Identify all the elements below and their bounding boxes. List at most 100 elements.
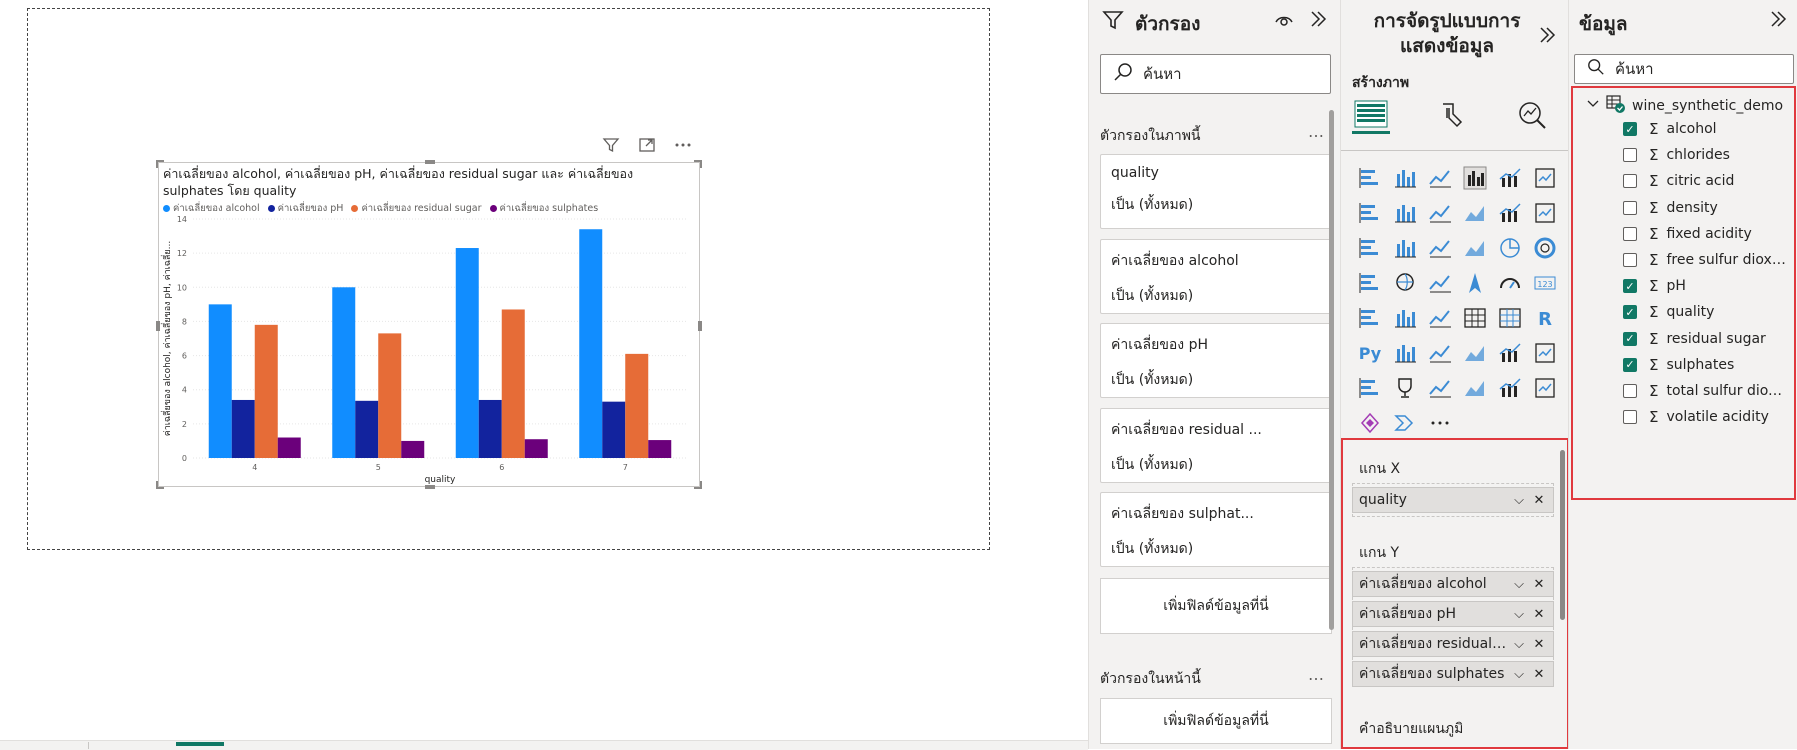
filter-card[interactable]: ค่าเฉลี่ยของ residual ... เป็น (ทั้งหมด): [1100, 408, 1332, 483]
data-field-row[interactable]: Σfixed acidity: [1623, 221, 1752, 247]
donut-chart-icon[interactable]: [1527, 230, 1562, 265]
qa-visual-icon[interactable]: [1457, 335, 1492, 370]
data-field-row[interactable]: ✓ Σresidual sugar: [1623, 326, 1766, 352]
clustered-column-chart-icon[interactable]: [1457, 160, 1492, 195]
close-icon[interactable]: ✕: [1529, 637, 1549, 652]
close-icon[interactable]: ✕: [1529, 493, 1549, 508]
filter-card[interactable]: quality เป็น (ทั้งหมด): [1100, 154, 1332, 229]
chevron-down-icon[interactable]: ⌵: [1509, 637, 1529, 652]
map-icon[interactable]: [1387, 265, 1422, 300]
chevron-down-icon[interactable]: ⌵: [1509, 607, 1529, 622]
line-and-stacked-column-chart-icon[interactable]: [1492, 195, 1527, 230]
smart-narrative-icon[interactable]: [1492, 335, 1527, 370]
waterfall-chart-icon[interactable]: [1387, 230, 1422, 265]
chevron-down-icon[interactable]: ⌵: [1509, 667, 1529, 682]
chevron-down-icon[interactable]: ⌵: [1509, 577, 1529, 592]
add-visual-filter-drop-zone[interactable]: เพิ่มฟิลด์ข้อมูลที่นี่: [1100, 578, 1332, 634]
close-icon[interactable]: ✕: [1529, 667, 1549, 682]
table-icon[interactable]: [1457, 300, 1492, 335]
checkbox-checked[interactable]: ✓: [1623, 122, 1637, 136]
checkbox-checked[interactable]: ✓: [1623, 331, 1637, 346]
focus-mode-icon[interactable]: [636, 134, 658, 156]
treemap-icon[interactable]: [1352, 265, 1387, 300]
checkbox-unchecked[interactable]: [1623, 148, 1637, 163]
filters-scrollbar[interactable]: [1329, 110, 1334, 630]
analytics-tab-icon[interactable]: [1517, 100, 1549, 134]
checkbox-unchecked[interactable]: [1623, 410, 1637, 425]
y-axis-field-pill[interactable]: ค่าเฉลี่ยของ sulphates ⌵ ✕: [1352, 661, 1554, 687]
collapse-pane-icon[interactable]: [1537, 25, 1557, 49]
resize-handle-top[interactable]: [425, 160, 435, 164]
more-options-icon[interactable]: [672, 134, 694, 156]
data-field-row[interactable]: Σcitric acid: [1623, 168, 1734, 194]
power-apps-icon[interactable]: [1387, 370, 1422, 405]
gauge-icon[interactable]: [1492, 265, 1527, 300]
active-page-tab-indicator[interactable]: [176, 742, 224, 746]
checkbox-checked[interactable]: ✓: [1623, 357, 1637, 372]
report-canvas[interactable]: ค่าเฉลี่ยของ alcohol, ค่าเฉลี่ยของ pH, ค…: [0, 0, 1088, 750]
y-axis-field-pill[interactable]: ค่าเฉลี่ยของ alcohol ⌵ ✕: [1352, 571, 1554, 597]
multi-row-card-icon[interactable]: [1352, 300, 1387, 335]
decomposition-tree-icon[interactable]: [1422, 335, 1457, 370]
data-field-row[interactable]: Σdensity: [1623, 195, 1718, 221]
checkbox-checked[interactable]: ✓: [1623, 279, 1637, 294]
checkbox-unchecked[interactable]: [1623, 253, 1637, 267]
format-visual-tab-icon[interactable]: [1437, 100, 1467, 134]
resize-handle-bottom[interactable]: [425, 485, 435, 489]
chevron-down-icon[interactable]: ⌵: [1509, 493, 1529, 508]
metrics-icon[interactable]: [1352, 370, 1387, 405]
power-automate-icon[interactable]: [1422, 370, 1457, 405]
new-card-icon[interactable]: [1457, 370, 1492, 405]
checkbox-checked[interactable]: ✓: [1623, 305, 1637, 320]
python-visual-icon[interactable]: Py: [1352, 335, 1387, 370]
key-influencers-icon[interactable]: [1387, 335, 1422, 370]
kpi-icon[interactable]: [1387, 300, 1422, 335]
data-field-row[interactable]: ✓ Σquality: [1623, 299, 1714, 325]
data-field-row[interactable]: Σvolatile acidity: [1623, 404, 1769, 430]
data-field-row[interactable]: ✓ ΣpH: [1623, 273, 1686, 299]
filter-icon[interactable]: [600, 134, 622, 156]
clustered-column-chart-visual[interactable]: ค่าเฉลี่ยของ alcohol, ค่าเฉลี่ยของ pH, ค…: [156, 160, 702, 489]
data-field-row[interactable]: ✓ Σalcohol: [1623, 116, 1717, 142]
table-node[interactable]: wine_synthetic_demo: [1586, 94, 1783, 118]
data-flow-icon-icon[interactable]: [1387, 405, 1422, 440]
ribbon-chart-icon[interactable]: [1352, 230, 1387, 265]
azure-map-icon[interactable]: [1457, 265, 1492, 300]
eye-icon[interactable]: [1274, 11, 1294, 33]
build-visual-tab-icon[interactable]: [1352, 96, 1390, 134]
new-slicer-icon[interactable]: [1492, 370, 1527, 405]
line-and-clustered-column-chart-icon[interactable]: [1527, 195, 1562, 230]
more-options-icon[interactable]: …: [1308, 665, 1325, 684]
matrix-icon[interactable]: [1492, 300, 1527, 335]
paginated-report-icon[interactable]: [1527, 335, 1562, 370]
checkbox-unchecked[interactable]: [1623, 384, 1637, 398]
checkbox-unchecked[interactable]: [1623, 174, 1637, 189]
checkbox-unchecked[interactable]: [1623, 200, 1637, 215]
filters-search-input[interactable]: ค้นหา: [1100, 54, 1331, 94]
r-visual-icon[interactable]: R: [1527, 300, 1562, 335]
slicer-icon[interactable]: [1422, 300, 1457, 335]
close-icon[interactable]: ✕: [1529, 577, 1549, 592]
data-search-input[interactable]: ค้นหา: [1574, 54, 1794, 84]
power-apps-icon-icon[interactable]: [1352, 405, 1387, 440]
data-field-row[interactable]: Σchlorides: [1623, 142, 1730, 168]
data-field-row[interactable]: Σfree sulfur dioxide: [1623, 247, 1786, 273]
clustered-bar-chart-icon[interactable]: [1422, 160, 1457, 195]
line-chart-icon[interactable]: [1352, 195, 1387, 230]
stacked-column-chart-icon[interactable]: [1387, 160, 1422, 195]
checkbox-unchecked[interactable]: [1623, 226, 1637, 241]
collapse-pane-icon[interactable]: [1308, 9, 1328, 33]
x-axis-field-pill[interactable]: quality ⌵ ✕: [1352, 487, 1554, 513]
y-axis-field-pill[interactable]: ค่าเฉลี่ยของ residual s... ⌵ ✕: [1352, 631, 1554, 657]
get-more-visuals-icon[interactable]: [1527, 370, 1562, 405]
data-field-row[interactable]: ✓ Σsulphates: [1623, 352, 1734, 378]
filter-card[interactable]: ค่าเฉลี่ยของ alcohol เป็น (ทั้งหมด): [1100, 239, 1332, 314]
stacked-bar-chart-icon[interactable]: [1352, 160, 1387, 195]
y-axis-field-pill[interactable]: ค่าเฉลี่ยของ pH ⌵ ✕: [1352, 601, 1554, 627]
collapse-pane-icon[interactable]: [1768, 9, 1788, 33]
100-stacked-area-chart-icon[interactable]: [1457, 195, 1492, 230]
scatter-chart-icon[interactable]: [1457, 230, 1492, 265]
chevron-down-icon[interactable]: [1586, 97, 1600, 115]
funnel-chart-icon[interactable]: [1422, 230, 1457, 265]
filled-map-icon[interactable]: [1422, 265, 1457, 300]
